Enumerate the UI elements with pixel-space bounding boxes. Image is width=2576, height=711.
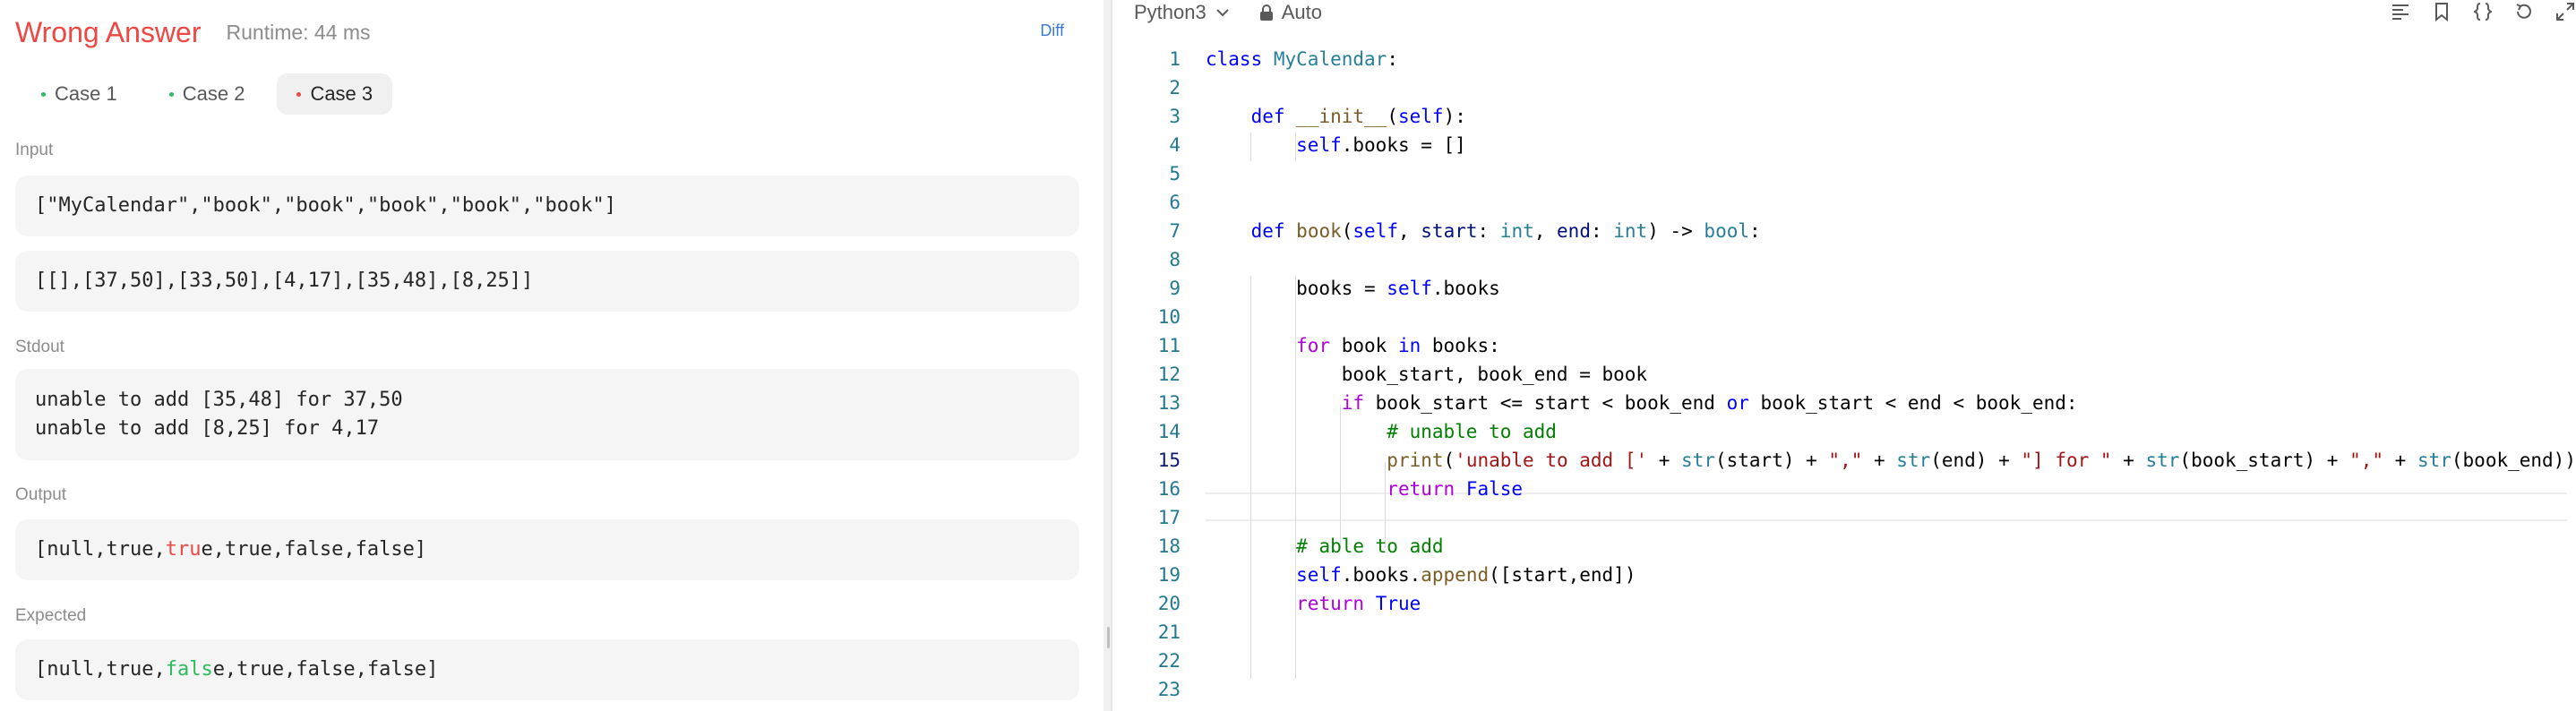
language-select[interactable]: Python3 [1134, 1, 1232, 24]
result-header: Wrong Answer Runtime: 44 ms [15, 14, 371, 50]
expected-diff: fals [165, 658, 213, 681]
fail-dot-icon [296, 91, 302, 97]
expected-prefix: [null,true, [35, 658, 166, 681]
line-number: 9 [1169, 278, 1181, 299]
code-line: books = self.books [1206, 278, 1500, 299]
input-value-2: [[],[37,50],[33,50],[4,17],[35,48],[8,25… [35, 270, 534, 292]
result-panel: Wrong Answer Runtime: 44 ms Diff Case 1 … [0, 0, 1103, 711]
chevron-down-icon [1216, 9, 1229, 17]
code-line: print('unable to add [' + str(start) + "… [1387, 450, 2576, 471]
code-line: if book_start <= start < book_end or boo… [1341, 392, 2078, 414]
line-number: 8 [1169, 249, 1181, 270]
line-number: 17 [1157, 507, 1181, 528]
stdout-box: unable to add [35,48] for 37,50 unable t… [15, 369, 1079, 460]
editor-tools [2390, 0, 2576, 23]
tab-label: Case 3 [310, 82, 374, 105]
code-line: return False [1387, 478, 1524, 500]
editor-toolbar: Python3 Auto [1134, 0, 1322, 25]
line-number: 21 [1157, 621, 1181, 643]
input-label: Input [15, 141, 54, 159]
code-line: self.books.append([start,end]) [1296, 564, 1636, 586]
tab-case-3[interactable]: Case 3 [277, 73, 393, 115]
testcase-tabs: Case 1 Case 2 Case 3 [21, 73, 393, 115]
format-lines-icon[interactable] [2390, 1, 2411, 22]
code-line: def __init__(self): [1250, 106, 1466, 127]
expected-value: [null,true,false,true,false,false] [35, 655, 1060, 684]
line-number: 11 [1157, 335, 1181, 356]
line-number: 10 [1157, 306, 1181, 328]
line-number: 5 [1169, 163, 1181, 184]
resize-handle[interactable] [1107, 627, 1110, 648]
tab-case-2[interactable]: Case 2 [150, 73, 265, 115]
tab-label: Case 1 [55, 82, 117, 105]
output-label: Output [15, 485, 67, 504]
code-line: self.books = [] [1296, 134, 1466, 156]
expected-label: Expected [15, 606, 87, 625]
output-suffix: e,true,false,false] [201, 538, 427, 561]
code-line: def book(self, start: int, end: int) -> … [1250, 220, 1761, 242]
code-line: class MyCalendar: [1206, 48, 1398, 70]
stdout-label: Stdout [15, 338, 64, 356]
line-number: 7 [1169, 220, 1181, 242]
line-number: 18 [1157, 535, 1181, 557]
line-number: 14 [1157, 421, 1181, 442]
line-number: 1 [1169, 48, 1181, 70]
braces-icon[interactable] [2472, 1, 2494, 22]
line-number: 15 [1157, 450, 1181, 471]
output-box: [null,true,true,true,false,false] [15, 519, 1079, 580]
output-value: [null,true,true,true,false,false] [35, 535, 1060, 564]
line-number: 19 [1157, 564, 1181, 586]
stdout-line-1: unable to add [35,48] for 37,50 [35, 389, 403, 411]
result-status: Wrong Answer [15, 15, 202, 48]
line-number: 23 [1157, 679, 1181, 700]
expand-icon[interactable] [2555, 1, 2576, 22]
pass-dot-icon [168, 91, 174, 97]
output-diff: tru [165, 538, 202, 561]
diff-button[interactable]: Diff [1040, 21, 1064, 40]
code-line: # unable to add [1387, 421, 1557, 442]
stdout-line-2: unable to add [8,25] for 4,17 [35, 417, 380, 440]
tab-case-1[interactable]: Case 1 [21, 73, 137, 115]
pass-dot-icon [41, 91, 46, 97]
input-box-1: ["MyCalendar","book","book","book","book… [15, 176, 1079, 236]
code-line: return True [1296, 593, 1421, 614]
line-number: 12 [1157, 364, 1181, 385]
input-box-2: [[],[37,50],[33,50],[4,17],[35,48],[8,25… [15, 251, 1079, 312]
panel-divider[interactable] [1103, 0, 1112, 711]
language-label: Python3 [1134, 1, 1206, 23]
expected-suffix: e,true,false,false] [212, 658, 439, 681]
code-editor-panel: Python3 Auto 1 2 3 4 5 6 7 8 9 10 11 12 … [1120, 0, 2576, 711]
code-line: for book in books: [1296, 335, 1500, 356]
code-line: book_start, book_end = book [1206, 364, 1648, 385]
runtime-label: Runtime: 44 ms [226, 20, 371, 44]
line-number: 2 [1169, 77, 1181, 99]
output-prefix: [null,true, [35, 538, 166, 561]
line-number: 16 [1157, 478, 1181, 500]
mode-select[interactable]: Auto [1258, 1, 1322, 24]
tab-label: Case 2 [182, 82, 245, 105]
bookmark-icon[interactable] [2431, 1, 2452, 22]
expected-box: [null,true,false,true,false,false] [15, 639, 1079, 700]
line-number: 4 [1169, 134, 1181, 156]
line-number: 3 [1169, 106, 1181, 127]
line-number: 22 [1157, 650, 1181, 672]
mode-label: Auto [1281, 1, 1322, 23]
line-number: 20 [1157, 593, 1181, 614]
reset-icon[interactable] [2513, 1, 2535, 22]
lock-icon [1259, 4, 1273, 21]
code-editor[interactable]: 1 2 3 4 5 6 7 8 9 10 11 12 13 14 15 16 1… [1120, 47, 2576, 711]
line-number: 6 [1169, 192, 1181, 213]
input-value-1: ["MyCalendar","book","book","book","book… [35, 194, 617, 217]
line-number: 13 [1157, 392, 1181, 414]
code-line: # able to add [1296, 535, 1444, 557]
